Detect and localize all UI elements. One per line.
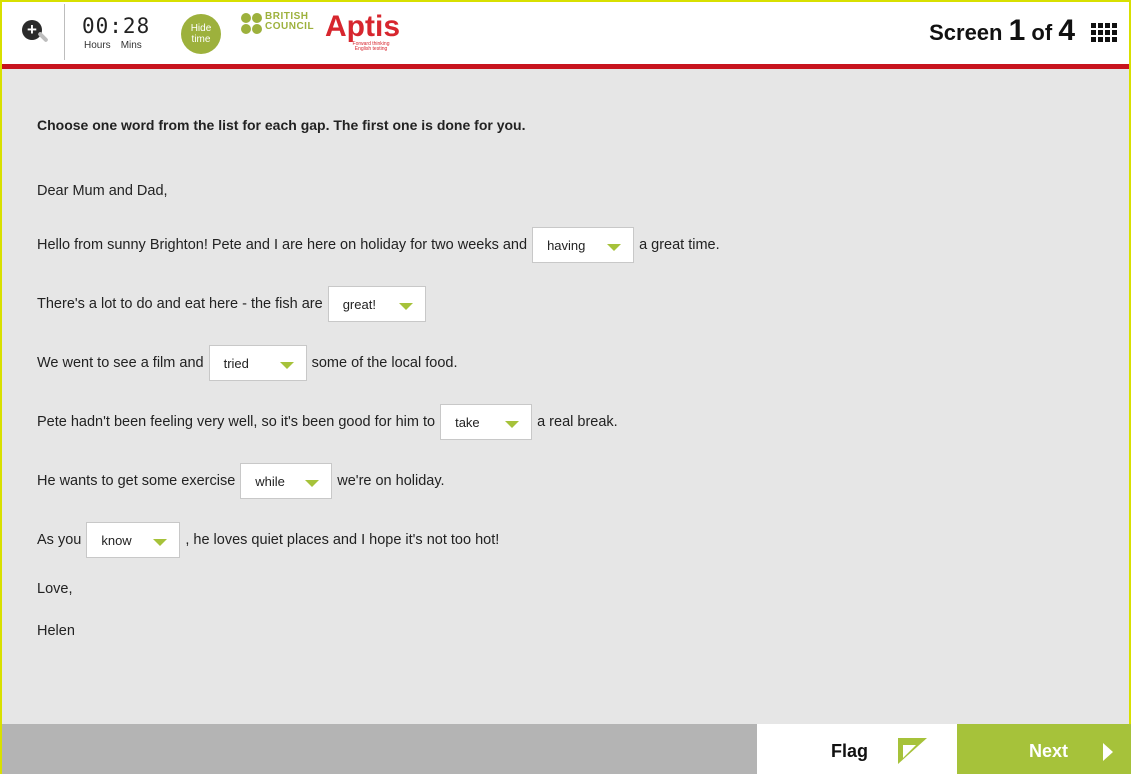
header-divider	[64, 4, 65, 60]
arrow-right-icon	[1103, 743, 1113, 761]
timer-labels: Hours Mins	[84, 40, 152, 51]
task-instruction: Choose one word from the list for each g…	[37, 117, 526, 133]
gap-dropdown-value: great!	[342, 296, 376, 312]
gap-dropdown-3[interactable]: tried	[208, 345, 307, 381]
gap-line-text-after: we're on holiday.	[337, 473, 445, 489]
dropdown-arrow-icon	[505, 420, 520, 428]
dropdown-arrow-icon	[153, 538, 168, 546]
dropdown-arrow-icon	[279, 361, 294, 369]
flag-label: Flag	[831, 741, 869, 761]
gap-line-text-before: As you	[37, 532, 82, 548]
gap-line-6: As you know , he loves quiet places and …	[37, 522, 499, 558]
gap-line-text-before: There's a lot to do and eat here - the f…	[37, 296, 323, 312]
gap-dropdown-value: know	[101, 532, 132, 548]
zoom-in-icon[interactable]: +	[22, 20, 42, 40]
gap-dropdown-value: while	[255, 473, 285, 489]
gap-line-2: There's a lot to do and eat here - the f…	[37, 286, 431, 322]
screen-current: 1	[1008, 14, 1026, 47]
gap-line-text-after: a great time.	[639, 237, 720, 253]
timer-mins-label: Mins	[120, 40, 142, 51]
dropdown-arrow-icon	[607, 243, 622, 251]
screen-counter: Screen 1 of 4	[929, 14, 1075, 47]
flag-button[interactable]: Flag	[757, 724, 957, 774]
footer-bar	[2, 724, 757, 774]
flag-icon	[898, 738, 927, 764]
gap-dropdown-5[interactable]: while	[240, 463, 333, 499]
gap-line-5: He wants to get some exercise while we'r…	[37, 463, 445, 499]
screen-grid-icon[interactable]	[1091, 23, 1117, 43]
dropdown-arrow-icon	[305, 479, 320, 487]
gap-line-text-after: some of the local food.	[311, 355, 458, 371]
gap-dropdown-1[interactable]: having	[532, 227, 635, 263]
gap-line-4: Pete hadn't been feeling very well, so i…	[37, 404, 618, 440]
gap-dropdown-2[interactable]: great!	[327, 286, 426, 322]
hide-time-label: Hide time	[190, 23, 212, 45]
british-council-text: BRITISH COUNCIL	[265, 11, 315, 32]
gap-line-text-before: Hello from sunny Brighton! Pete and I ar…	[37, 237, 528, 253]
gap-dropdown-value: having	[547, 237, 586, 253]
gap-line-1: Hello from sunny Brighton! Pete and I ar…	[37, 227, 720, 263]
hide-time-button[interactable]: Hide time	[181, 14, 221, 54]
next-label: Next	[1029, 741, 1069, 761]
dropdown-arrow-icon	[398, 302, 413, 310]
gap-line-3: We went to see a film and tried some of …	[37, 345, 457, 381]
letter-greeting: Dear Mum and Dad,	[37, 183, 168, 199]
gap-line-text-before: He wants to get some exercise	[37, 473, 236, 489]
screen-total: 4	[1058, 14, 1075, 47]
brand-logo: BRITISH COUNCIL Aptis Forward thinking En…	[241, 10, 400, 52]
gap-line-text-before: We went to see a film and	[37, 355, 204, 371]
gap-dropdown-4[interactable]: take	[440, 404, 533, 440]
gap-dropdown-6[interactable]: know	[86, 522, 181, 558]
aptis-tagline: Forward thinking English testing	[352, 41, 390, 52]
gap-line-text-after: a real break.	[537, 414, 618, 430]
british-council-dots-icon	[241, 13, 263, 35]
letter-closing: Love,	[37, 581, 73, 597]
header-divider-line	[2, 64, 1129, 69]
gap-line-text-before: Pete hadn't been feeling very well, so i…	[37, 414, 436, 430]
gap-dropdown-value: tried	[223, 355, 249, 371]
letter-signature: Helen	[37, 623, 75, 639]
timer-hours-label: Hours	[84, 40, 111, 51]
aptis-logo-text: Aptis	[325, 10, 400, 43]
gap-line-text-after: , he loves quiet places and I hope it's …	[185, 532, 500, 548]
next-button[interactable]: Next	[957, 724, 1131, 774]
timer-value: 00:28	[82, 14, 151, 38]
gap-dropdown-value: take	[455, 414, 480, 430]
